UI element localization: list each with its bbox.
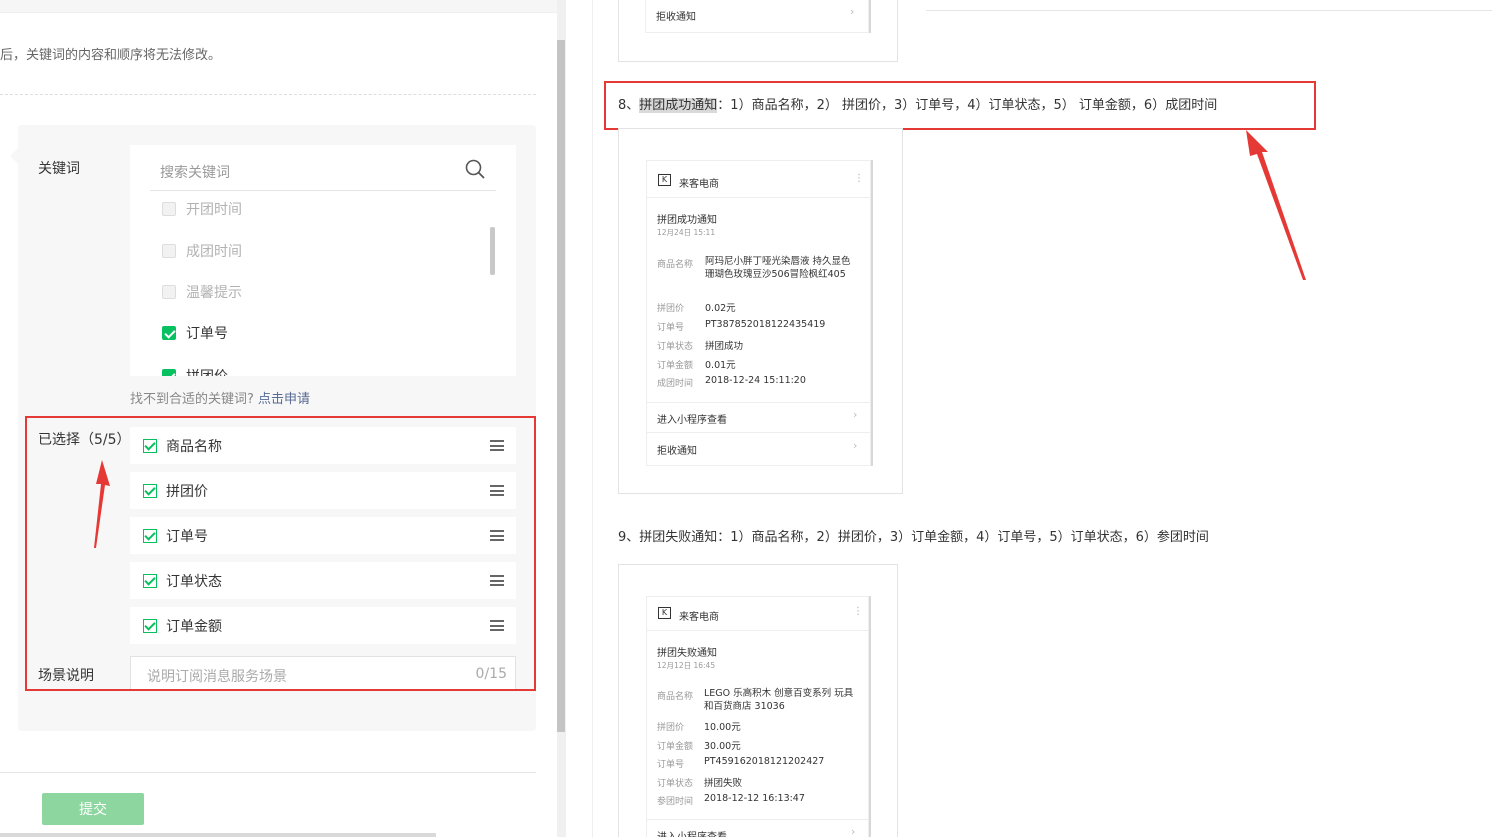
document-pane: 拒收通知 › 8、拼团成功通知：1）商品名称，2） 拼团价，3）订单号，4）订单…	[566, 0, 1492, 837]
page-top-rule	[926, 10, 1492, 11]
keyword-option[interactable]: 订单号	[162, 324, 228, 342]
warning-note: 后，关键词的内容和顺序将无法修改。	[0, 48, 222, 63]
top-bar	[0, 0, 558, 13]
more-icon[interactable]: ⋮	[853, 606, 863, 617]
chevron-right-icon: ›	[853, 439, 858, 452]
search-underline	[150, 190, 496, 191]
keyword-hint: 找不到合适的关键词? 点击申请	[130, 392, 311, 407]
panel-pointer	[10, 148, 18, 164]
keywords-label: 关键词	[38, 161, 80, 177]
search-icon[interactable]	[465, 159, 485, 179]
more-icon[interactable]: ⋮	[854, 173, 864, 184]
item-9-heading: 9、拼团失败通知：1）商品名称，2）拼团价，3）订单金额，4）订单号，5）订单状…	[618, 530, 1209, 545]
screenshot-card: K 来客电商 ⋮ 拼团失败通知 12月12日 16:45 商品名称 LEGO 乐…	[618, 564, 898, 837]
notice-title: 拼团成功通知	[657, 215, 717, 226]
keyword-option[interactable]: 开团时间	[162, 200, 242, 218]
divider	[0, 94, 536, 95]
chevron-right-icon: ›	[850, 5, 855, 18]
annotation-arrow	[1246, 130, 1306, 280]
annotation-box	[604, 81, 1316, 130]
chevron-right-icon: ›	[853, 408, 858, 421]
phone-card: K 来客电商 ⋮ 拼团成功通知 12月24日 15:11 商品名称 阿玛尼小胖丁…	[646, 160, 871, 466]
submit-button[interactable]: 提交	[42, 793, 144, 825]
notice-date: 12月24日 15:11	[657, 228, 716, 237]
phone-card: K 来客电商 ⋮ 拼团失败通知 12月12日 16:45 商品名称 LEGO 乐…	[646, 596, 869, 837]
brand-logo-icon: K	[658, 174, 671, 186]
search-input[interactable]: 搜索关键词	[160, 162, 230, 182]
annotation-arrow	[94, 460, 110, 548]
keyword-option-clipped: 拼团价	[130, 364, 516, 376]
keyword-option[interactable]: 温馨提示	[162, 283, 242, 301]
notice-title: 拼团失败通知	[657, 648, 717, 659]
footer-divider	[0, 772, 536, 773]
checkbox-checked[interactable]	[162, 326, 176, 340]
page-edge	[592, 0, 593, 837]
screenshot-card: 拒收通知 ›	[618, 0, 898, 62]
brand-logo-icon: K	[658, 607, 671, 619]
open-miniprogram-link[interactable]: 进入小程序查看	[657, 828, 727, 837]
keyword-option[interactable]: 成团时间	[162, 242, 242, 260]
checkbox[interactable]	[162, 202, 176, 216]
chevron-right-icon: ›	[851, 825, 856, 837]
checkbox-checked[interactable]	[162, 369, 176, 376]
checkbox[interactable]	[162, 285, 176, 299]
checkbox[interactable]	[162, 244, 176, 258]
open-miniprogram-link[interactable]: 进入小程序查看	[657, 411, 727, 426]
reject-notice-link[interactable]: 拒收通知	[657, 442, 697, 457]
screenshot-card: K 来客电商 ⋮ 拼团成功通知 12月24日 15:11 商品名称 阿玛尼小胖丁…	[618, 128, 903, 494]
horizontal-scrollbar[interactable]	[0, 833, 436, 837]
list-scrollbar[interactable]	[490, 227, 495, 275]
notice-date: 12月12日 16:45	[657, 661, 716, 670]
apply-keyword-link[interactable]: 点击申请	[258, 392, 310, 407]
template-config-pane: 后，关键词的内容和顺序将无法修改。 关键词 搜索关键词 开团时间 成团时间 温馨…	[0, 0, 566, 837]
phone-card: 拒收通知 ›	[645, 0, 869, 33]
page-scrollbar[interactable]	[557, 40, 565, 732]
